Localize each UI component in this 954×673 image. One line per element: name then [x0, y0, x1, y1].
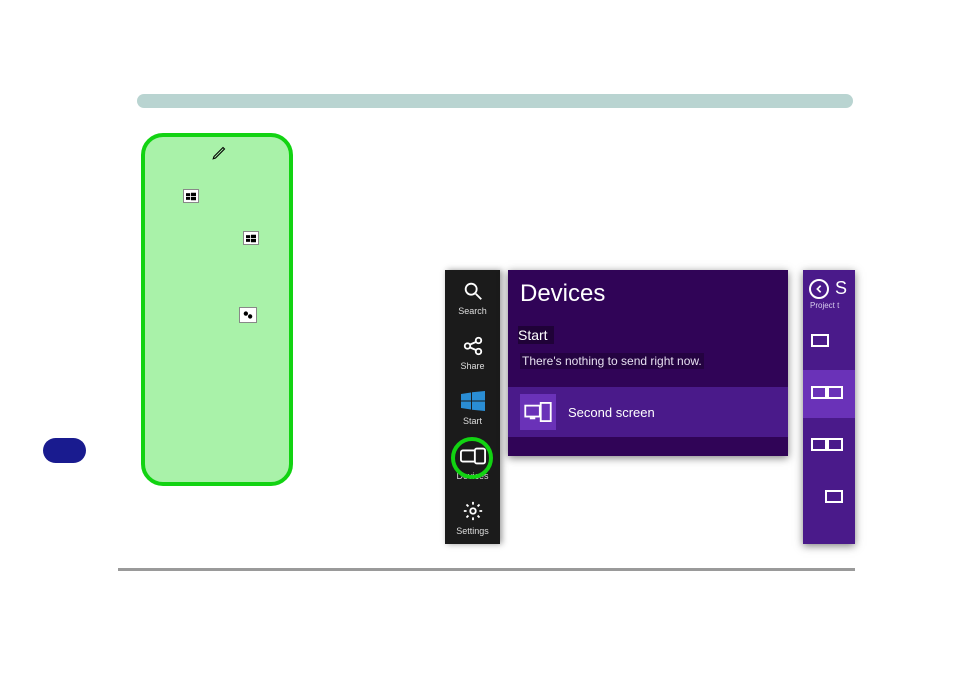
charm-start[interactable]: Start [445, 380, 500, 435]
duplicate-icon [811, 382, 845, 406]
windows-start-icon [460, 388, 486, 414]
charm-search[interactable]: Search [445, 270, 500, 325]
back-icon[interactable] [809, 279, 829, 299]
devices-subtitle: Start [518, 326, 554, 344]
decorative-pill [43, 438, 86, 463]
pen-icon [211, 143, 229, 161]
project-title: S [835, 278, 847, 299]
project-option[interactable] [803, 422, 855, 470]
charm-label: Share [460, 361, 484, 371]
second-only-icon [811, 486, 845, 510]
charm-label: Start [463, 416, 482, 426]
charm-label: Settings [456, 526, 489, 536]
project-header: S [803, 270, 855, 301]
charm-label: Devices [456, 471, 488, 481]
devices-message: There's nothing to send right now. [520, 353, 704, 369]
charm-label: Search [458, 306, 487, 316]
settings-gear-icon [460, 498, 486, 524]
project-option[interactable] [803, 370, 855, 418]
charm-settings[interactable]: Settings [445, 489, 500, 544]
second-screen-item[interactable]: Second screen [508, 387, 788, 437]
second-screen-icon [520, 394, 556, 430]
search-icon [460, 278, 486, 304]
second-screen-label: Second screen [568, 405, 655, 420]
decorative-top-bar [137, 94, 853, 108]
extend-icon [811, 434, 845, 458]
project-panel: S Project t [803, 270, 855, 544]
devices-title: Devices [520, 280, 788, 308]
project-option[interactable] [803, 318, 855, 366]
project-option[interactable] [803, 474, 855, 522]
devices-small-icon [239, 307, 257, 323]
windows-icon [243, 231, 259, 245]
decorative-divider [118, 568, 855, 571]
project-subtitle: Project t [803, 301, 855, 318]
windows-icon [183, 189, 199, 203]
note-highlight-box [141, 133, 293, 486]
devices-panel: Devices Start There's nothing to send ri… [508, 270, 788, 456]
devices-icon [460, 443, 486, 469]
share-icon [460, 333, 486, 359]
charms-bar: Search Share Start Devices Settings [445, 270, 500, 544]
charm-devices[interactable]: Devices [445, 434, 500, 489]
charm-share[interactable]: Share [445, 325, 500, 380]
pc-only-icon [811, 330, 845, 354]
